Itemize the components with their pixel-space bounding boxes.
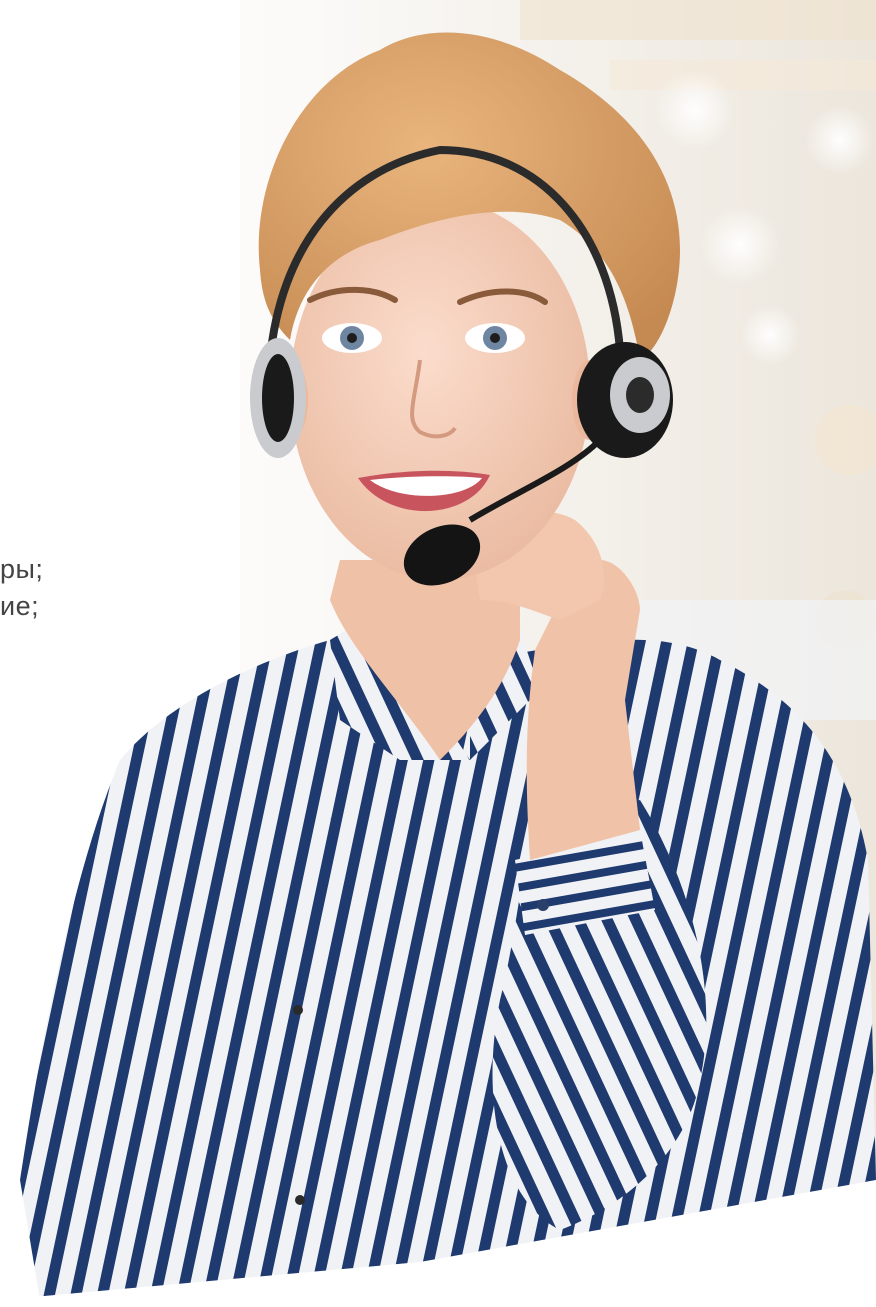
cropped-list-item: ие;	[0, 591, 40, 621]
support-operator-photo	[0, 0, 876, 1307]
hero-image: ры; ие;	[0, 0, 876, 1307]
cropped-list-item: ры;	[0, 554, 44, 584]
cropped-feature-list: ры; ие;	[0, 551, 43, 625]
